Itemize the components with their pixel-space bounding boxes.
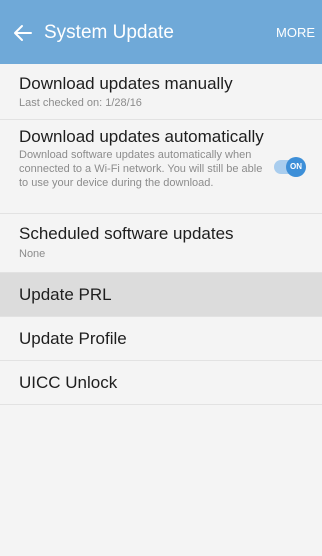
- scheduled-updates-title: Scheduled software updates: [19, 224, 234, 243]
- download-manually-item[interactable]: Download updates manually Last checked o…: [0, 64, 322, 120]
- auto-download-toggle[interactable]: ON: [274, 157, 306, 177]
- uicc-unlock-title: UICC Unlock: [19, 373, 118, 392]
- arrow-left-icon: [14, 25, 32, 41]
- settings-list: Download updates manually Last checked o…: [0, 64, 322, 405]
- update-prl-title: Update PRL: [19, 285, 112, 304]
- more-button[interactable]: MORE: [276, 23, 315, 43]
- download-automatically-description: Download software updates automatically …: [19, 149, 263, 189]
- last-checked-text: Last checked on: 1/28/16: [19, 97, 142, 109]
- page-title: System Update: [44, 22, 174, 43]
- download-manually-title: Download updates manually: [19, 74, 233, 93]
- update-profile-item[interactable]: Update Profile: [0, 317, 322, 361]
- download-automatically-title: Download updates automatically: [19, 127, 264, 146]
- app-bar: System Update MORE: [0, 0, 322, 64]
- update-profile-title: Update Profile: [19, 329, 127, 348]
- download-automatically-item[interactable]: Download updates automatically Download …: [0, 120, 322, 214]
- update-prl-item[interactable]: Update PRL: [0, 273, 322, 317]
- scheduled-updates-value: None: [19, 248, 46, 260]
- uicc-unlock-item[interactable]: UICC Unlock: [0, 361, 322, 405]
- back-button[interactable]: [12, 22, 34, 44]
- scheduled-updates-item[interactable]: Scheduled software updates None: [0, 214, 322, 273]
- system-update-screen: System Update MORE Download updates manu…: [0, 0, 322, 556]
- toggle-knob: ON: [286, 157, 306, 177]
